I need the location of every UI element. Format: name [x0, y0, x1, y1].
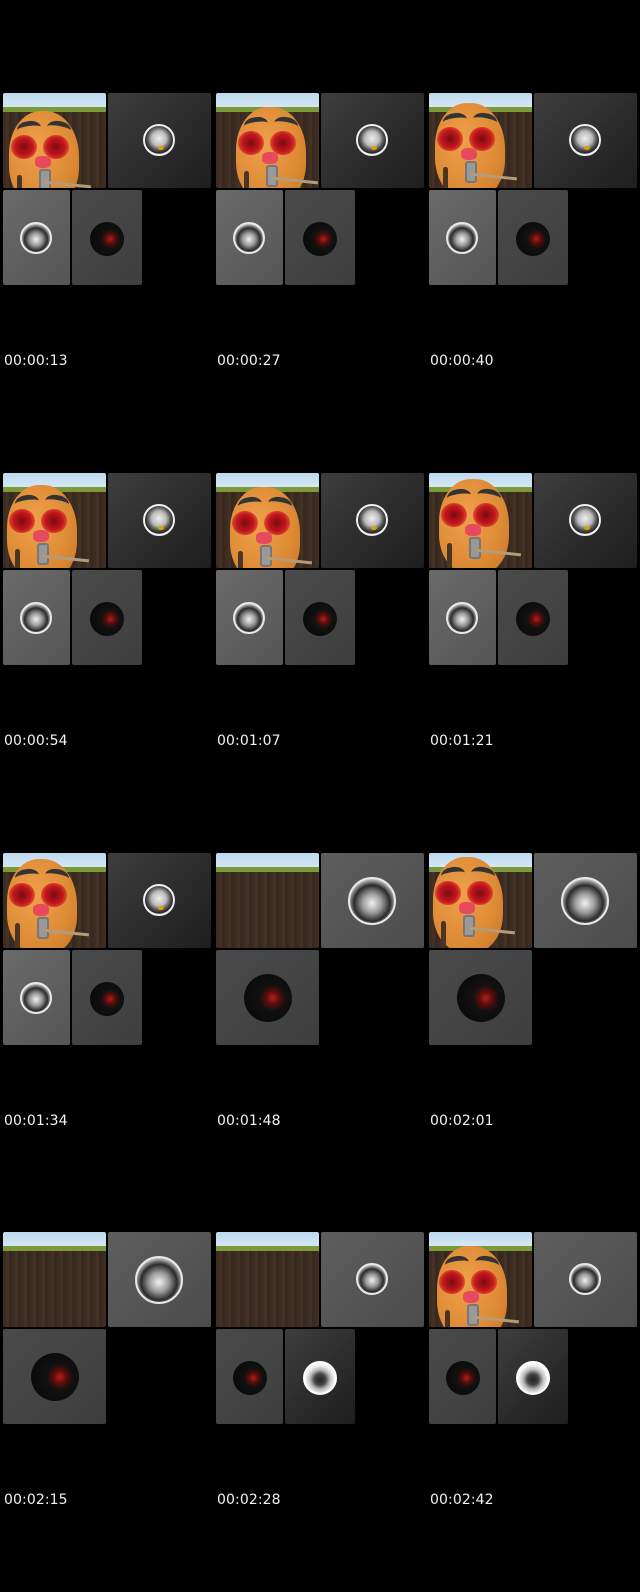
participant-tile-red — [3, 1329, 106, 1424]
participant-tile-bw — [534, 853, 637, 948]
timestamp: 00:00:40 — [430, 353, 494, 369]
timestamp: 00:00:27 — [217, 353, 281, 369]
participant-tile-red — [72, 950, 142, 1045]
participant-tile-bw — [216, 190, 283, 285]
video-frame-10[interactable]: 00:02:15 — [3, 1232, 213, 1592]
video-frame-8[interactable]: 00:01:48 — [216, 853, 426, 1213]
participant-tile-red — [216, 1329, 283, 1424]
timestamp: 00:00:54 — [4, 733, 68, 749]
potato-video-tile — [216, 93, 319, 188]
participant-tile-bw — [429, 190, 496, 285]
video-frame-9[interactable]: 00:02:01 — [429, 853, 639, 1213]
video-frame-6[interactable]: 00:01:21 — [429, 473, 639, 833]
soil-video-tile — [216, 853, 319, 948]
participant-tile-red — [285, 190, 355, 285]
soil-video-tile — [3, 1232, 106, 1327]
potato-video-tile — [429, 1232, 532, 1327]
potato-video-tile — [3, 853, 106, 948]
timestamp: 00:01:21 — [430, 733, 494, 749]
video-frame-7[interactable]: 00:01:34 — [3, 853, 213, 1213]
participant-tile-red — [498, 570, 568, 665]
participant-tile-red — [498, 190, 568, 285]
participant-tile-bw — [3, 570, 70, 665]
participant-tile-bw — [534, 1232, 637, 1327]
participant-tile-dark — [108, 93, 211, 188]
participant-tile-bw — [429, 570, 496, 665]
timestamp: 00:01:48 — [217, 1113, 281, 1129]
timestamp: 00:02:42 — [430, 1492, 494, 1508]
participant-tile-red — [285, 570, 355, 665]
participant-tile-red — [429, 1329, 496, 1424]
participant-tile-dark — [108, 473, 211, 568]
timestamp: 00:01:34 — [4, 1113, 68, 1129]
thumbnail-grid: 00:00:13 00:00:27 00:00:40 00:00:54 00:0… — [0, 0, 640, 1518]
potato-video-tile — [216, 473, 319, 568]
participant-tile-dark — [534, 93, 637, 188]
video-frame-4[interactable]: 00:00:54 — [3, 473, 213, 833]
timestamp: 00:01:07 — [217, 733, 281, 749]
video-frame-1[interactable]: 00:00:13 — [3, 93, 213, 453]
potato-video-tile — [429, 853, 532, 948]
timestamp: 00:00:13 — [4, 353, 68, 369]
participant-tile-bw — [3, 190, 70, 285]
participant-tile-dark — [108, 853, 211, 948]
timestamp: 00:02:01 — [430, 1113, 494, 1129]
video-frame-12[interactable]: 00:02:42 — [429, 1232, 639, 1592]
participant-tile-person — [285, 1329, 355, 1424]
participant-tile-bw — [3, 950, 70, 1045]
timestamp: 00:02:15 — [4, 1492, 68, 1508]
video-frame-11[interactable]: 00:02:28 — [216, 1232, 426, 1592]
potato-video-tile — [3, 93, 106, 188]
video-frame-3[interactable]: 00:00:40 — [429, 93, 639, 453]
potato-video-tile — [429, 93, 532, 188]
participant-tile-bw — [216, 570, 283, 665]
soil-video-tile — [216, 1232, 319, 1327]
participant-tile-bw — [321, 853, 424, 948]
participant-tile-red — [72, 190, 142, 285]
participant-tile-red — [72, 570, 142, 665]
potato-video-tile — [429, 473, 532, 568]
timestamp: 00:02:28 — [217, 1492, 281, 1508]
participant-tile-dark — [534, 473, 637, 568]
participant-tile-bw — [108, 1232, 211, 1327]
video-frame-5[interactable]: 00:01:07 — [216, 473, 426, 833]
participant-tile-dark — [321, 93, 424, 188]
participant-tile-red — [429, 950, 532, 1045]
participant-tile-red — [216, 950, 319, 1045]
potato-video-tile — [3, 473, 106, 568]
video-frame-2[interactable]: 00:00:27 — [216, 93, 426, 453]
participant-tile-dark — [321, 473, 424, 568]
participant-tile-person — [498, 1329, 568, 1424]
participant-tile-bw — [321, 1232, 424, 1327]
